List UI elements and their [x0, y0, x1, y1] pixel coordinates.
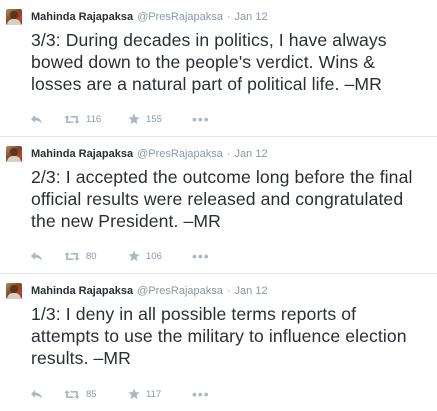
avatar[interactable]: [6, 146, 22, 162]
author-handle[interactable]: @PresRajapaksa: [137, 285, 223, 297]
favorite-button[interactable]: 117: [128, 388, 192, 400]
tweet-text: 2/3: I accepted the outcome long before …: [31, 167, 413, 231]
timestamp[interactable]: Jan 12: [235, 11, 268, 23]
author-name[interactable]: Mahinda Rajapaksa: [31, 285, 133, 297]
tweet[interactable]: Mahinda Rajapaksa @PresRajapaksa · Jan 1…: [0, 137, 437, 274]
favorite-count: 117: [146, 388, 162, 400]
more-icon[interactable]: •••: [192, 387, 210, 401]
reply-icon: [31, 114, 42, 124]
timestamp[interactable]: Jan 12: [235, 285, 268, 297]
retweet-button[interactable]: 116: [64, 114, 128, 125]
reply-button[interactable]: [30, 389, 64, 400]
avatar[interactable]: [6, 283, 22, 299]
reply-icon: [31, 251, 42, 261]
timestamp[interactable]: Jan 12: [235, 148, 268, 160]
author-name[interactable]: Mahinda Rajapaksa: [31, 11, 133, 23]
author-name[interactable]: Mahinda Rajapaksa: [31, 148, 133, 160]
favorite-count: 155: [146, 113, 162, 125]
star-icon: [128, 113, 140, 125]
tweet[interactable]: Mahinda Rajapaksa @PresRajapaksa · Jan 1…: [0, 274, 437, 411]
favorite-button[interactable]: 155: [128, 113, 192, 125]
reply-button[interactable]: [30, 251, 64, 262]
tweet-text: 3/3: During decades in politics, I have …: [31, 30, 387, 94]
author-handle[interactable]: @PresRajapaksa: [137, 11, 223, 23]
tweet-header: Mahinda Rajapaksa @PresRajapaksa · Jan 1…: [6, 145, 431, 163]
retweet-button[interactable]: 85: [64, 389, 128, 400]
tweet-header: Mahinda Rajapaksa @PresRajapaksa · Jan 1…: [6, 8, 431, 26]
reply-button[interactable]: [30, 114, 64, 125]
retweet-count: 116: [86, 113, 102, 125]
separator-dot: ·: [226, 11, 231, 23]
avatar[interactable]: [6, 9, 22, 25]
tweet-text: 1/3: I deny in all possible terms report…: [31, 304, 407, 368]
separator-dot: ·: [226, 285, 231, 297]
tweet-actions: 116 155 •••: [30, 112, 210, 126]
retweet-icon: [64, 251, 80, 261]
star-icon: [128, 388, 140, 400]
more-icon[interactable]: •••: [192, 112, 210, 126]
retweet-button[interactable]: 80: [64, 251, 128, 262]
star-icon: [128, 250, 140, 262]
tweet-feed: Mahinda Rajapaksa @PresRajapaksa · Jan 1…: [0, 0, 437, 411]
retweet-count: 85: [86, 388, 97, 400]
retweet-icon: [64, 389, 80, 399]
more-icon[interactable]: •••: [192, 249, 210, 263]
author-handle[interactable]: @PresRajapaksa: [137, 148, 223, 160]
tweet[interactable]: Mahinda Rajapaksa @PresRajapaksa · Jan 1…: [0, 0, 437, 137]
favorite-count: 106: [146, 250, 162, 262]
favorite-button[interactable]: 106: [128, 250, 192, 262]
tweet-actions: 85 117 •••: [30, 387, 210, 401]
reply-icon: [31, 389, 42, 399]
tweet-actions: 80 106 •••: [30, 249, 210, 263]
retweet-count: 80: [86, 250, 97, 262]
retweet-icon: [64, 114, 80, 124]
tweet-header: Mahinda Rajapaksa @PresRajapaksa · Jan 1…: [6, 282, 431, 300]
separator-dot: ·: [226, 148, 231, 160]
